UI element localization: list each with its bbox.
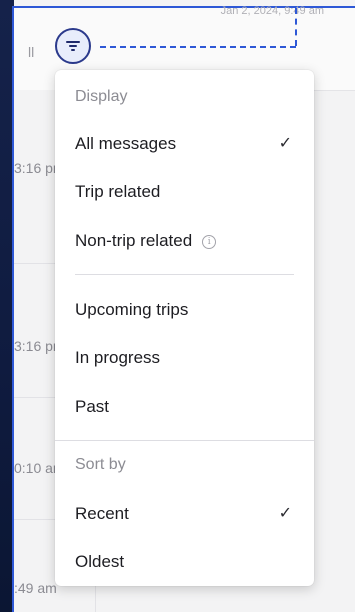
menu-item-label: Recent: [75, 504, 129, 523]
menu-item-label: Oldest: [75, 552, 125, 571]
menu-item-label: Trip related: [75, 182, 161, 201]
menu-item-label: Upcoming trips: [75, 300, 189, 319]
menu-item-non-trip-related[interactable]: Non-trip related i: [55, 221, 314, 261]
filter-menu: Display All messages ✓ Trip related Non-…: [55, 70, 314, 586]
menu-item-label: Past: [75, 397, 110, 416]
menu-item-sort-recent[interactable]: Recent ✓: [55, 494, 314, 534]
menu-item-upcoming-trips[interactable]: Upcoming trips: [55, 290, 314, 330]
menu-item-sort-oldest[interactable]: Oldest: [55, 542, 314, 582]
menu-item-all-messages[interactable]: All messages ✓: [55, 124, 314, 164]
menu-item-in-progress[interactable]: In progress: [55, 338, 314, 378]
menu-item-trip-related[interactable]: Trip related: [55, 172, 314, 212]
sort-section-header: Sort by: [75, 456, 126, 473]
dashed-guide-vertical: [295, 8, 297, 46]
menu-divider: [75, 274, 294, 275]
menu-item-label: Non-trip related: [75, 231, 193, 250]
check-icon: ✓: [278, 135, 292, 152]
dashed-guide-horizontal: [100, 46, 296, 48]
menu-item-label-wrap: Non-trip related i: [75, 231, 217, 251]
menu-item-label: In progress: [75, 348, 161, 367]
menu-item-label: All messages: [75, 134, 177, 153]
info-icon[interactable]: i: [202, 235, 217, 249]
filter-button[interactable]: [55, 28, 91, 64]
column-separator-icon: ll: [28, 44, 35, 60]
message-time: :49 am: [14, 580, 57, 596]
last-updated-date: Jan 2, 2024, 9:49 am: [220, 5, 324, 17]
filter-icon: [66, 41, 80, 51]
menu-item-past[interactable]: Past: [55, 387, 314, 427]
check-icon: ✓: [278, 505, 292, 522]
menu-section-divider: [55, 440, 314, 441]
display-section-header: Display: [75, 88, 128, 105]
